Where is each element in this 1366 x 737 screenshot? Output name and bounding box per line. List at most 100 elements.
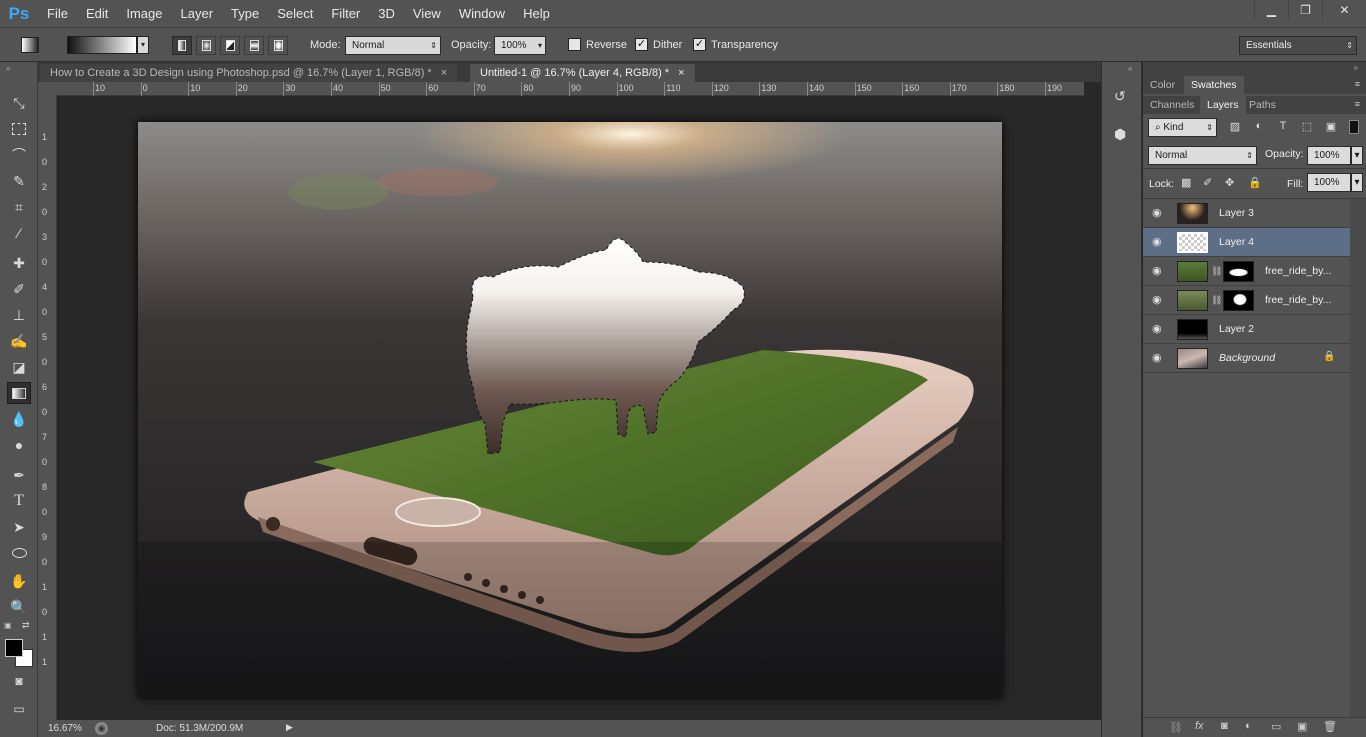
brush-tool-icon[interactable]: ✐ xyxy=(7,278,31,300)
menu-window[interactable]: Window xyxy=(450,0,514,27)
healing-brush-tool-icon[interactable]: ✚ xyxy=(7,252,31,274)
zoom-level[interactable]: 16.67% xyxy=(48,723,82,734)
type-tool-icon[interactable]: T xyxy=(7,490,31,512)
default-colors-icon[interactable]: ▣ xyxy=(4,621,12,630)
collapse-arrows-icon[interactable]: « xyxy=(1128,64,1132,73)
reflected-gradient-icon[interactable] xyxy=(244,36,264,55)
angle-gradient-icon[interactable] xyxy=(220,36,240,55)
chevron-down-icon[interactable]: ▾ xyxy=(538,37,542,54)
gradient-tool-icon[interactable] xyxy=(21,37,39,53)
tab-swatches[interactable]: Swatches xyxy=(1184,76,1244,94)
menu-file[interactable]: File xyxy=(38,0,77,27)
blur-tool-icon[interactable]: 💧 xyxy=(7,408,31,430)
lock-paint-icon[interactable]: ✐ xyxy=(1203,176,1212,189)
close-icon[interactable]: × xyxy=(678,67,684,79)
layer-row[interactable]: ◉ Layer 2 xyxy=(1143,315,1350,344)
gradient-picker-arrow-icon[interactable]: ▾ xyxy=(137,36,149,54)
close-icon[interactable]: ✕ xyxy=(1322,0,1366,20)
panel-menu-icon[interactable]: ≡ xyxy=(1355,79,1360,89)
eye-icon[interactable]: ◉ xyxy=(1152,265,1164,277)
workspace-select[interactable]: Essentials ⇕ xyxy=(1239,36,1357,55)
tab-untitled-1[interactable]: Untitled-1 @ 16.7% (Layer 4, RGB/8) * × xyxy=(470,64,695,82)
smart-object-filter-icon[interactable]: ▣ xyxy=(1324,120,1338,134)
new-group-icon[interactable]: ▭ xyxy=(1271,720,1281,733)
lock-transparent-icon[interactable]: ▩ xyxy=(1181,176,1191,189)
filter-toggle[interactable] xyxy=(1349,120,1359,134)
hand-tool-icon[interactable]: ✋ xyxy=(7,570,31,592)
history-panel-icon[interactable]: ↺ xyxy=(1114,88,1132,106)
gradient-picker[interactable] xyxy=(67,36,137,54)
tab-color[interactable]: Color xyxy=(1143,76,1182,94)
chain-link-icon[interactable]: ⛓ xyxy=(1211,295,1222,306)
transparency-checkbox[interactable]: ✓ xyxy=(693,38,706,51)
swap-colors-icon[interactable]: ⇄ xyxy=(22,620,30,631)
layer-filter-kind[interactable]: ⌕ Kind ⇕ xyxy=(1148,118,1217,137)
foreground-color-swatch[interactable] xyxy=(5,639,23,657)
document-canvas[interactable] xyxy=(138,122,1002,698)
menu-image[interactable]: Image xyxy=(117,0,171,27)
type-filter-icon[interactable]: T xyxy=(1276,120,1290,134)
collapse-arrows-icon[interactable]: » xyxy=(1354,63,1358,72)
close-icon[interactable]: × xyxy=(441,67,447,79)
pen-tool-icon[interactable]: ✒ xyxy=(7,464,31,486)
eyedropper-tool-icon[interactable]: ⁄ xyxy=(7,222,31,244)
screen-mode-icon[interactable]: ▭ xyxy=(7,698,31,720)
fill-arrow-icon[interactable]: ▾ xyxy=(1351,173,1363,192)
layer-row[interactable]: ◉ ⛓ free_ride_by... xyxy=(1143,286,1350,315)
marquee-tool-icon[interactable] xyxy=(7,118,31,140)
pixel-filter-icon[interactable]: ▨ xyxy=(1228,120,1242,134)
ellipse-tool-icon[interactable] xyxy=(7,542,31,564)
tab-layers[interactable]: Layers xyxy=(1200,96,1246,114)
menu-help[interactable]: Help xyxy=(514,0,559,27)
dodge-tool-icon[interactable]: ● xyxy=(7,434,31,456)
menu-view[interactable]: View xyxy=(404,0,450,27)
menu-select[interactable]: Select xyxy=(268,0,322,27)
adjustment-filter-icon[interactable]: ◐ xyxy=(1252,120,1266,134)
zoom-tool-icon[interactable]: 🔍 xyxy=(7,596,31,618)
fx-icon[interactable]: fx xyxy=(1195,720,1204,732)
mode-select[interactable]: Normal ⇕ xyxy=(345,36,441,55)
path-select-tool-icon[interactable]: ➤ xyxy=(7,516,31,538)
new-layer-icon[interactable]: ▣ xyxy=(1297,720,1307,733)
link-layers-icon[interactable]: ⛓ xyxy=(1169,721,1183,734)
menu-layer[interactable]: Layer xyxy=(172,0,223,27)
lasso-tool-icon[interactable]: ⌒ xyxy=(7,144,31,166)
blend-mode-select[interactable]: Normal ⇕ xyxy=(1148,146,1257,165)
quick-mask-icon[interactable]: ◙ xyxy=(7,670,31,692)
eye-icon[interactable]: ◉ xyxy=(1152,236,1164,248)
eye-icon[interactable]: ◉ xyxy=(1152,294,1164,306)
add-mask-icon[interactable]: ◙ xyxy=(1221,720,1228,732)
diamond-gradient-icon[interactable] xyxy=(268,36,288,55)
layer-row[interactable]: ◉ Layer 3 xyxy=(1143,199,1350,228)
minimize-icon[interactable]: ▁ xyxy=(1254,0,1288,20)
layers-scrollbar[interactable] xyxy=(1350,199,1366,719)
menu-edit[interactable]: Edit xyxy=(77,0,117,27)
eye-icon[interactable]: ◉ xyxy=(1152,207,1164,219)
status-menu-arrow-icon[interactable]: ▶ xyxy=(286,722,293,733)
quick-select-tool-icon[interactable]: ✎ xyxy=(7,170,31,192)
reverse-checkbox[interactable] xyxy=(568,38,581,51)
chain-link-icon[interactable]: ⛓ xyxy=(1211,266,1222,277)
eraser-tool-icon[interactable]: ◪ xyxy=(7,356,31,378)
layer-opacity-input[interactable]: 100% xyxy=(1307,146,1351,165)
opacity-input[interactable]: 100% ▾ xyxy=(494,36,546,55)
menu-3d[interactable]: 3D xyxy=(369,0,404,27)
move-tool-icon[interactable]: ⤡ xyxy=(7,92,31,114)
gradient-tool-icon[interactable] xyxy=(7,382,31,404)
fill-input[interactable]: 100% xyxy=(1307,173,1351,192)
restore-icon[interactable]: ❐ xyxy=(1288,0,1322,20)
adjustment-layer-icon[interactable]: ◐ xyxy=(1245,720,1252,732)
3d-panel-icon[interactable]: ⬢ xyxy=(1114,126,1132,144)
delete-layer-icon[interactable]: 🗑 xyxy=(1323,720,1337,733)
crop-tool-icon[interactable]: ⌗ xyxy=(7,196,31,218)
layer-row[interactable]: ◉ Background 🔒 xyxy=(1143,344,1350,373)
eye-icon[interactable]: ◉ xyxy=(1152,323,1164,335)
history-brush-tool-icon[interactable]: ✍ xyxy=(7,330,31,352)
menu-type[interactable]: Type xyxy=(222,0,268,27)
shape-filter-icon[interactable]: ⬚ xyxy=(1300,120,1314,134)
menu-filter[interactable]: Filter xyxy=(322,0,369,27)
panel-menu-icon[interactable]: ≡ xyxy=(1355,99,1360,109)
layer-row-selected[interactable]: ◉ Layer 4 xyxy=(1143,228,1350,257)
tab-3d-design[interactable]: How to Create a 3D Design using Photosho… xyxy=(40,64,458,82)
tab-paths[interactable]: Paths xyxy=(1242,96,1283,114)
